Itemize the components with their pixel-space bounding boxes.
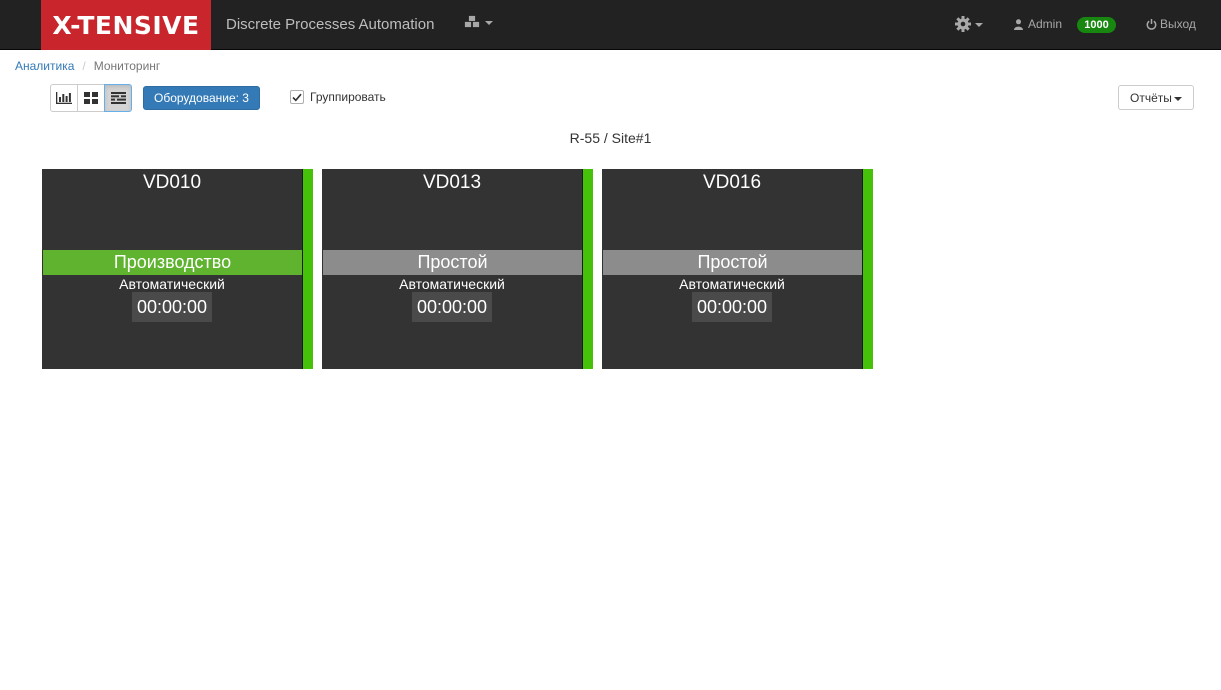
equipment-mode: Автоматический [399, 276, 505, 292]
user-name: Admin [1028, 17, 1063, 31]
cubes-icon [464, 15, 480, 28]
chevron-down-icon [1173, 96, 1182, 101]
bar-chart-icon [56, 92, 72, 104]
user-icon [1014, 18, 1023, 30]
app-title[interactable]: Discrete Processes Automation [226, 16, 434, 33]
equipment-name: VD016 [702, 172, 762, 193]
equipment-card[interactable]: VD013 Простой Автоматический 00:00:00 [322, 169, 593, 369]
logout-link[interactable]: Выход [1146, 17, 1196, 31]
equipment-state: Производство [43, 250, 302, 275]
breadcrumb-analytics-link[interactable]: Аналитика [15, 59, 74, 73]
gear-icon [955, 16, 971, 32]
group-title-text: R-55 / Site#1 [569, 130, 652, 146]
group-label: Группировать [310, 90, 386, 104]
breadcrumb: Аналитика / Мониторинг [15, 59, 160, 73]
object-selector-dropdown[interactable] [464, 15, 493, 28]
equipment-card[interactable]: VD016 Простой Автоматический 00:00:00 [602, 169, 873, 369]
user-menu[interactable]: Admin [1014, 17, 1062, 31]
equipment-button[interactable]: Оборудование: 3 [143, 86, 260, 110]
group-title: R-55 / Site#1 [0, 130, 1221, 146]
grid-icon [84, 92, 98, 104]
equipment-timer: 00:00:00 [411, 292, 493, 322]
view-mode-group [50, 84, 132, 112]
reports-label: Отчёты [1130, 90, 1172, 105]
equipment-timer-wrap: 00:00:00 [42, 292, 302, 322]
navbar: X-TENSIVE Discrete Processes Automation [0, 0, 1221, 50]
group-checkbox[interactable]: Группировать [290, 90, 386, 104]
equipment-mode: Автоматический [119, 276, 225, 292]
equipment-name: VD010 [142, 172, 202, 193]
tiles-view-button[interactable] [77, 84, 105, 112]
brand-logo[interactable]: X-TENSIVE [41, 0, 211, 50]
chart-view-button[interactable] [50, 84, 78, 112]
power-icon [1146, 18, 1157, 30]
equipment-state: Простой [603, 250, 862, 275]
breadcrumb-current: Мониторинг [93, 59, 161, 73]
checkbox-box[interactable] [290, 90, 304, 104]
equipment-card[interactable]: VD010 Производство Автоматический 00:00:… [42, 169, 313, 369]
settings-dropdown[interactable] [955, 16, 983, 32]
equipment-timer: 00:00:00 [691, 292, 773, 322]
status-bar [582, 169, 593, 369]
equipment-timer-wrap: 00:00:00 [322, 292, 582, 322]
chevron-down-icon [485, 20, 493, 25]
status-bar [862, 169, 873, 369]
equipment-state: Простой [323, 250, 582, 275]
list-icon [110, 92, 126, 104]
chevron-down-icon [975, 23, 983, 27]
counter-badge: 1000 [1077, 17, 1116, 33]
equipment-timer: 00:00:00 [131, 292, 213, 322]
status-bar [302, 169, 313, 369]
list-view-button[interactable] [104, 84, 132, 112]
equipment-name: VD013 [422, 172, 482, 193]
equipment-timer-wrap: 00:00:00 [602, 292, 862, 322]
equipment-mode: Автоматический [679, 276, 785, 292]
logout-label: Выход [1160, 17, 1196, 31]
reports-dropdown-button[interactable]: Отчёты [1118, 85, 1194, 110]
checkmark-icon [292, 93, 302, 101]
breadcrumb-separator: / [82, 59, 86, 73]
